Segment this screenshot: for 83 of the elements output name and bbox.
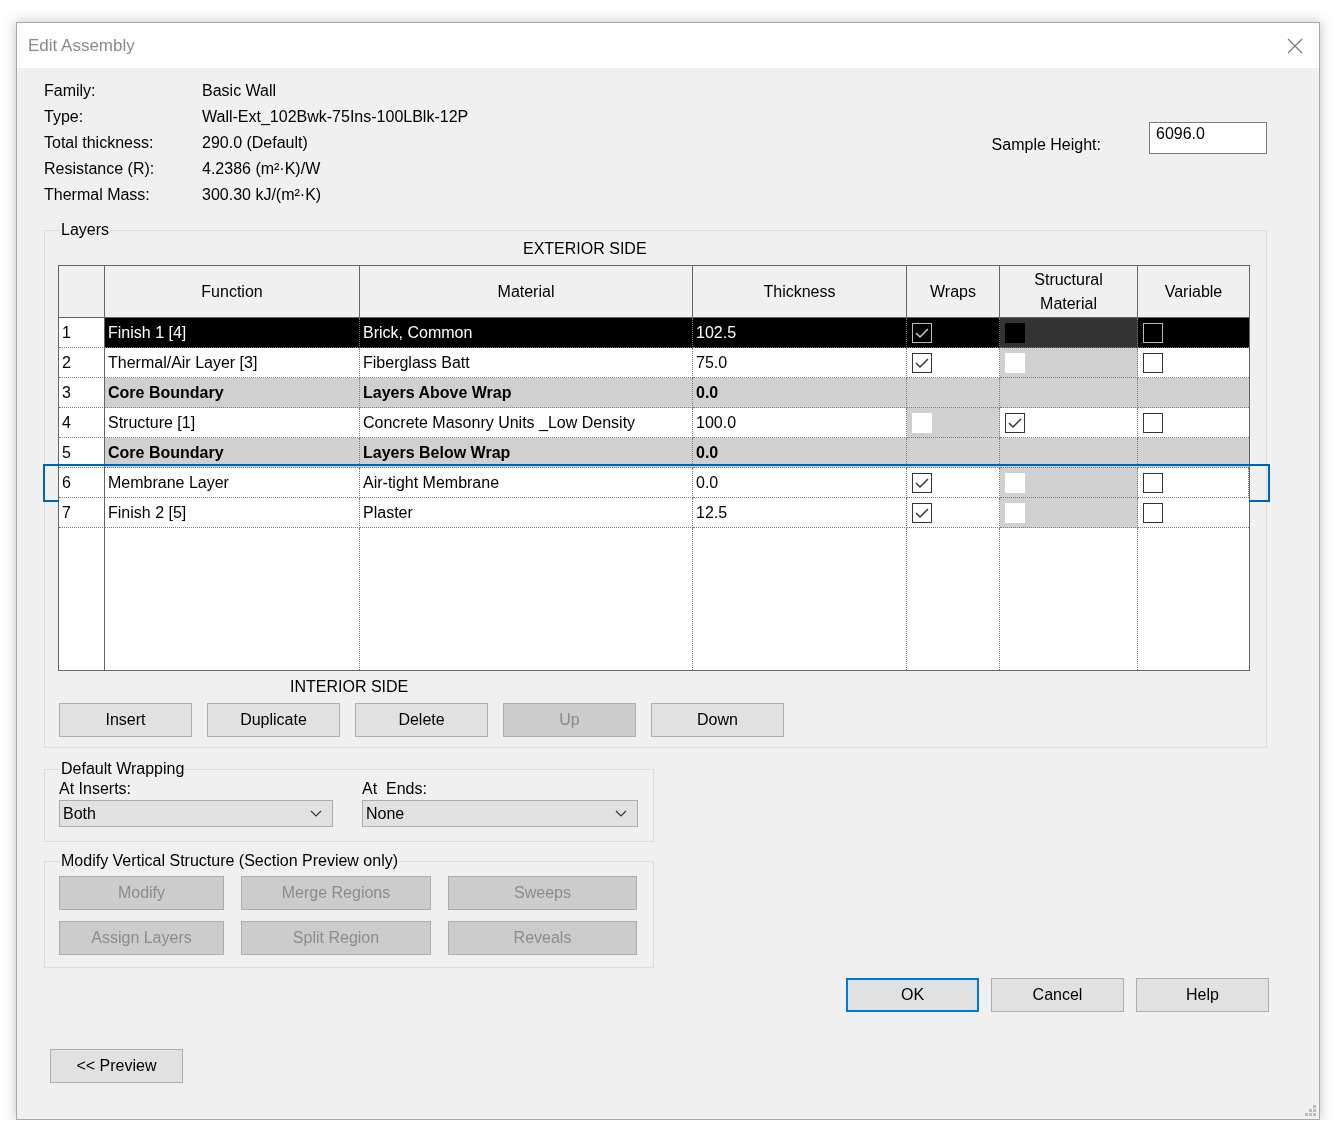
checkbox[interactable] [912, 352, 932, 373]
property-label: Total thickness: [44, 134, 155, 152]
chevron-down-icon [615, 810, 627, 817]
table-cell: 0.0 [693, 378, 907, 408]
table-cell: Fiberglass Batt [360, 348, 693, 378]
table-cell: Plaster [360, 498, 693, 528]
property-label: Type: [44, 108, 85, 126]
table-cell: Structure [1] [105, 408, 360, 438]
table-cell: Finish 2 [5] [105, 498, 360, 528]
side-label: INTERIOR SIDE [290, 677, 410, 697]
checkbox[interactable] [912, 502, 932, 523]
row-number: 2 [59, 348, 105, 378]
resize-grip-icon[interactable] [1305, 1105, 1316, 1116]
row-number: 4 [59, 408, 105, 438]
check-icon [915, 476, 929, 489]
group-label: Layers [60, 221, 111, 239]
table-cell: 102.5 [693, 318, 907, 348]
dropdown[interactable]: Both [59, 800, 333, 827]
column-header: Wraps [907, 266, 1000, 318]
checkbox[interactable] [1143, 412, 1163, 433]
table-cell: Core Boundary [105, 438, 360, 468]
row-number: 7 [59, 498, 105, 528]
property-value: 290.0 (Default) [202, 134, 309, 152]
group-label: Modify Vertical Structure (Section Preview only) [60, 852, 399, 870]
check-icon [915, 356, 929, 369]
checkbox[interactable] [1143, 352, 1163, 373]
check-icon [915, 506, 929, 519]
field-label: At Inserts: [59, 780, 133, 798]
layer-button[interactable]: Duplicate [207, 703, 340, 737]
table-cell: 0.0 [693, 438, 907, 468]
column-header: Structural Material [1000, 266, 1138, 318]
window-title: Edit Assembly [28, 35, 135, 56]
checkbox[interactable] [912, 322, 932, 343]
dropdown[interactable]: None [362, 800, 638, 827]
check-icon [1008, 416, 1022, 429]
table-cell: 100.0 [693, 408, 907, 438]
row-number: 6 [59, 468, 105, 498]
close-icon[interactable] [1287, 37, 1303, 54]
table-cell: Brick, Common [360, 318, 693, 348]
checkbox[interactable] [1143, 472, 1163, 493]
dialog-button[interactable]: OK [846, 978, 979, 1012]
table-cell: 0.0 [693, 468, 907, 498]
property-value: Basic Wall [202, 82, 278, 100]
table-cell: Concrete Masonry Units _Low Density [360, 408, 693, 438]
table-cell: Layers Below Wrap [360, 438, 693, 468]
layer-button[interactable]: Delete [355, 703, 488, 737]
property-value: Wall-Ext_102Bwk-75Ins-100LBlk-12P [202, 108, 469, 126]
layer-button[interactable]: Insert [59, 703, 192, 737]
column-header: Thickness [693, 266, 907, 318]
column-header: Function [105, 266, 360, 318]
table-cell: Thermal/Air Layer [3] [105, 348, 360, 378]
side-label: EXTERIOR SIDE [523, 239, 648, 259]
checkbox[interactable] [912, 472, 932, 493]
checkbox[interactable] [1143, 502, 1163, 523]
table-cell: 75.0 [693, 348, 907, 378]
dialog-button[interactable]: Cancel [991, 978, 1124, 1012]
table-cell: Core Boundary [105, 378, 360, 408]
property-label: Resistance (R): [44, 160, 156, 178]
group-label: Default Wrapping [60, 760, 186, 778]
checkbox[interactable] [1143, 322, 1163, 343]
row-number: 5 [59, 438, 105, 468]
row-number: 3 [59, 378, 105, 408]
check-icon [915, 326, 929, 339]
property-value: 4.2386 (m²·K)/W [202, 160, 322, 178]
preview-button[interactable]: << Preview [50, 1049, 183, 1083]
row-number: 1 [59, 318, 105, 348]
sample-height-field[interactable]: 6096.0 [1149, 122, 1267, 154]
property-value: 300.30 kJ/(m²·K) [202, 186, 323, 204]
field-label: Sample Height: [991, 136, 1101, 154]
column-header: Variable [1138, 266, 1249, 318]
layer-button[interactable]: Down [651, 703, 784, 737]
table-cell: Layers Above Wrap [360, 378, 693, 408]
field-label: At Ends: [362, 780, 428, 798]
dialog-button[interactable]: Help [1136, 978, 1269, 1012]
checkbox[interactable] [1005, 412, 1025, 433]
chevron-down-icon [310, 810, 322, 817]
property-label: Thermal Mass: [44, 186, 151, 204]
table-cell: 12.5 [693, 498, 907, 528]
table-cell: Finish 1 [4] [105, 318, 360, 348]
property-label: Family: [44, 82, 97, 100]
column-header: Material [360, 266, 693, 318]
table-cell: Membrane Layer [105, 468, 360, 498]
table-cell: Air-tight Membrane [360, 468, 693, 498]
